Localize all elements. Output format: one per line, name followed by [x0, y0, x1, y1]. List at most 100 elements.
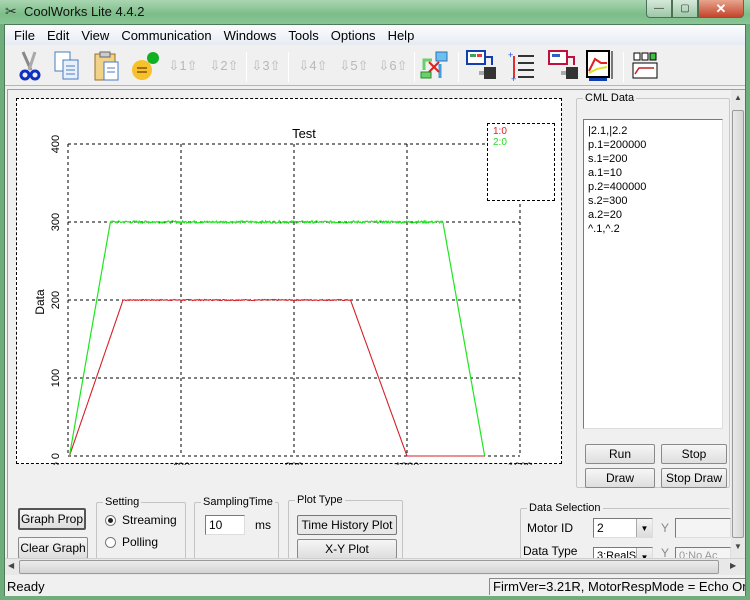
program-transfer-icon: ⇩4⇧	[298, 58, 328, 73]
io-panel-icon	[632, 52, 658, 79]
program-4-button[interactable]: ⇩4⇧	[297, 50, 329, 82]
graph-window-button[interactable]	[585, 50, 617, 82]
horizontal-scrollbar[interactable]: ◀ ▶	[5, 558, 745, 575]
program-5-button[interactable]: ⇩5⇧	[338, 50, 370, 82]
motor-monitor-icon	[548, 50, 578, 79]
setting-group: Setting Streaming Polling	[96, 496, 186, 562]
streaming-label: Streaming	[122, 513, 177, 527]
transfer-cancel-icon	[420, 51, 448, 79]
scissors-icon	[19, 51, 41, 81]
radio-unchecked-icon	[105, 536, 116, 548]
scroll-left-icon[interactable]: ◀	[8, 561, 14, 570]
scroll-right-icon[interactable]: ▶	[730, 561, 736, 570]
xy-plot-button[interactable]: X-Y Plot	[297, 539, 397, 559]
data-type-label: Data Type	[523, 544, 578, 558]
stop-draw-button[interactable]: Stop Draw	[661, 468, 727, 488]
menu-bar: File Edit View Communication Windows Too…	[5, 25, 745, 45]
stop-button[interactable]: Stop	[661, 444, 727, 464]
plot-type-title: Plot Type	[295, 494, 345, 506]
program-transfer-icon: ⇩6⇧	[378, 58, 408, 73]
streaming-radio[interactable]: Streaming	[105, 513, 177, 527]
x-tick-label: 0	[53, 461, 59, 465]
paste-button[interactable]	[91, 50, 123, 82]
toolbar-separator	[414, 52, 415, 82]
minimize-button[interactable]: —	[646, 0, 672, 18]
sampling-time-input[interactable]: 10	[205, 515, 245, 535]
graph-area: 0400800120016000100200300400TestTimeData…	[16, 98, 562, 465]
graph-prop-button[interactable]: Graph Prop	[18, 508, 86, 530]
cml-data-textbox[interactable]: |2.1,|2.2 p.1=200000 s.1=200 a.1=10 p.2=…	[583, 119, 723, 429]
menu-communication[interactable]: Communication	[115, 25, 217, 45]
menu-file[interactable]: File	[8, 25, 41, 45]
menu-options[interactable]: Options	[325, 25, 382, 45]
toolbar-separator	[623, 52, 624, 82]
disconnect-transfer-button[interactable]	[418, 50, 450, 82]
y-tick-label: 200	[50, 291, 62, 309]
status-bar: Ready FirmVer=3.21R, MotorRespMode = Ech…	[5, 576, 745, 596]
menu-edit[interactable]: Edit	[41, 25, 75, 45]
menu-help[interactable]: Help	[382, 25, 421, 45]
x-tick-label: 1600	[508, 461, 532, 465]
sampling-time-title: SamplingTime	[201, 496, 275, 508]
list-editor-icon: ++	[508, 50, 534, 82]
sampling-time-unit: ms	[255, 518, 271, 532]
scroll-down-icon[interactable]: ▼	[734, 542, 742, 551]
program-transfer-icon: ⇩2⇧	[209, 58, 239, 73]
legend-entry-series-2: 2:0	[493, 137, 507, 148]
status-text: Ready	[7, 579, 45, 594]
polling-label: Polling	[122, 535, 159, 549]
menu-windows[interactable]: Windows	[218, 25, 283, 45]
y-tick-label: 100	[50, 369, 62, 387]
legend-entry-series-1: 1:0	[493, 126, 507, 137]
vertical-scroll-thumb[interactable]	[732, 110, 744, 538]
y-motor-label: Y	[661, 521, 670, 535]
motor-monitor-button[interactable]	[547, 50, 579, 82]
data-selection-group: Data Selection Motor ID 2 ▼ Y Data Type 3…	[520, 502, 731, 567]
close-button[interactable]: ✕	[698, 0, 744, 18]
x-tick-label: 800	[285, 461, 303, 465]
menu-tools[interactable]: Tools	[282, 25, 324, 45]
motor-id-select[interactable]: 2 ▼	[593, 518, 653, 538]
coolworks-logo-icon: ✂	[5, 3, 17, 19]
program-transfer-icon: ⇩5⇧	[339, 58, 369, 73]
maximize-button[interactable]: ▢	[672, 0, 698, 18]
motor-id-label: Motor ID	[527, 521, 574, 535]
draw-button[interactable]: Draw	[585, 468, 655, 488]
title-bar: ✂ CoolWorks Lite 4.4.2 — ▢ ✕	[0, 0, 750, 24]
window-title: CoolWorks Lite 4.4.2	[24, 4, 145, 19]
x-tick-label: 400	[172, 461, 190, 465]
svg-text:+: +	[508, 50, 513, 60]
main-window: File Edit View Communication Windows Too…	[4, 24, 746, 596]
clear-graph-button[interactable]: Clear Graph	[18, 537, 88, 559]
y-motor-select[interactable]	[675, 518, 731, 538]
sampling-time-group: SamplingTime 10 ms	[194, 496, 279, 562]
chevron-down-icon: ▼	[636, 519, 652, 537]
motor-config-button[interactable]	[465, 50, 497, 82]
program-3-button[interactable]: ⇩3⇧	[250, 50, 282, 82]
chart-legend: 1:0 2:0	[487, 123, 555, 201]
radio-checked-icon	[105, 514, 116, 526]
cml-data-panel: CML Data |2.1,|2.2 p.1=200000 s.1=200 a.…	[576, 92, 730, 488]
io-window-button[interactable]	[629, 50, 661, 82]
plot-type-group: Plot Type Time History Plot X-Y Plot	[288, 494, 403, 562]
data-selection-title: Data Selection	[527, 502, 603, 514]
polling-radio[interactable]: Polling	[105, 535, 158, 549]
firmware-status: FirmVer=3.21R, MotorRespMode = Echo Or	[489, 578, 745, 595]
y-tick-label: 400	[50, 135, 62, 153]
menu-view[interactable]: View	[75, 25, 115, 45]
toolbar-separator	[458, 52, 459, 82]
cml-data-title: CML Data	[583, 92, 637, 104]
cut-button[interactable]	[13, 50, 45, 82]
vertical-scrollbar[interactable]: ▲ ▼	[731, 90, 745, 564]
connect-button[interactable]	[129, 50, 161, 82]
horizontal-scroll-thumb[interactable]	[19, 560, 719, 574]
run-button[interactable]: Run	[585, 444, 655, 464]
program-1-button[interactable]: ⇩1⇧	[167, 50, 199, 82]
chart-title: Test	[292, 126, 316, 141]
time-history-plot-button[interactable]: Time History Plot	[297, 515, 397, 535]
scroll-up-icon[interactable]: ▲	[734, 93, 742, 102]
cml-list-button[interactable]: + +	[506, 50, 538, 82]
program-2-button[interactable]: ⇩2⇧	[208, 50, 240, 82]
program-6-button[interactable]: ⇩6⇧	[377, 50, 409, 82]
copy-button[interactable]	[51, 50, 83, 82]
